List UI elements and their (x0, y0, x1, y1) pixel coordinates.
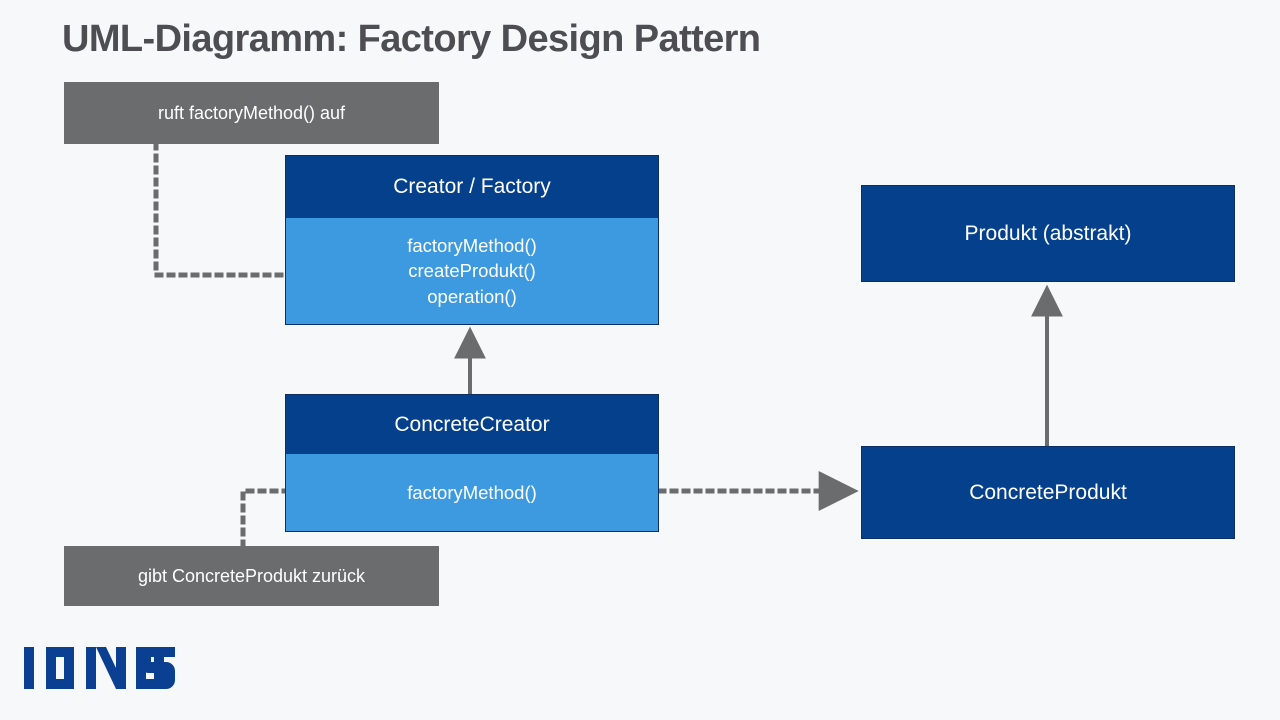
note-ruft-factorymethod-auf: ruft factoryMethod() auf (64, 82, 439, 144)
class-name-produkt-abstrakt: Produkt (abstrakt) (862, 186, 1234, 281)
class-name-concreteprodukt: ConcreteProdukt (862, 447, 1234, 538)
class-box-concretecreator[interactable]: ConcreteCreator factoryMethod() (285, 394, 659, 532)
class-box-creator-factory[interactable]: Creator / Factory factoryMethod() create… (285, 155, 659, 325)
class-member: factoryMethod() (407, 481, 537, 503)
connector-note-calls (153, 141, 288, 278)
page-title: UML-Diagramm: Factory Design Pattern (62, 18, 761, 60)
note-label: gibt ConcreteProdukt zurück (137, 565, 366, 586)
class-member: factoryMethod() (407, 234, 537, 256)
ionos-logo: IONOS (22, 645, 182, 691)
class-member: createProdukt() (408, 260, 536, 282)
note-gibt-concreteprodukt-zurueck: gibt ConcreteProdukt zurück (64, 546, 439, 606)
class-box-concreteprodukt[interactable]: ConcreteProdukt (861, 446, 1235, 539)
class-members-concretecreator: factoryMethod() (286, 454, 658, 531)
class-box-produkt-abstrakt[interactable]: Produkt (abstrakt) (861, 185, 1235, 282)
class-members-creator-factory: factoryMethod() createProdukt() operatio… (286, 218, 658, 324)
class-name-creator-factory: Creator / Factory (286, 156, 658, 218)
class-name-concretecreator: ConcreteCreator (286, 395, 658, 454)
connector-note-returns (240, 488, 288, 549)
note-label: ruft factoryMethod() auf (157, 102, 346, 123)
class-member: operation() (427, 285, 517, 307)
